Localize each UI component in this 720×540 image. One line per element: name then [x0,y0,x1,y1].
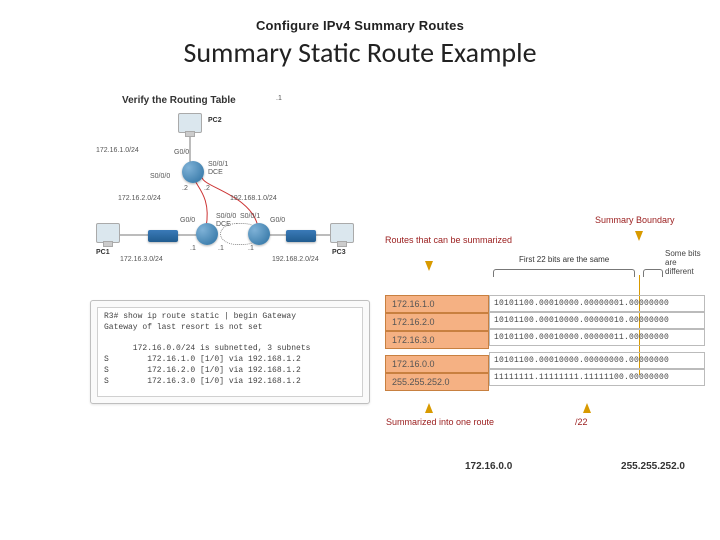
summary-mask-cell: 255.255.252.0 [385,373,489,391]
ip-dot1-c: .1 [248,245,254,252]
route-cell-3: 172.16.3.0 [385,331,489,349]
routes-arrow-icon [425,261,433,271]
if-g00-a: G0/0 [174,149,189,156]
router-r2-icon [182,161,204,183]
cli-window: R3# show ip route static | begin Gateway… [90,300,370,404]
router-r3-icon [248,223,270,245]
if-s000-b: S0/0/0 [216,213,236,220]
net-pc3: 192.168.2.0/24 [272,256,319,263]
boundary-arrow-icon [635,231,643,241]
net-pc2: 172.16.1.0/24 [96,147,139,154]
pc2-icon [178,113,202,133]
page-subtitle: Configure IPv4 Summary Routes [0,18,720,33]
binary-summary-addr: 10101100.00010000.00000000.00000000 [489,352,705,369]
ip-dot1-b: .1 [218,245,224,252]
summary-boundary-annotation: Summary Boundary [595,215,675,225]
if-dce-b: DCE [216,221,231,228]
if-s001-a: S0/0/1 [208,161,228,168]
routes-annotation: Routes that can be summarized [385,235,512,245]
first22-bracket [493,269,635,277]
if-dce-a: DCE [208,169,223,176]
cli-output: R3# show ip route static | begin Gateway… [97,307,363,397]
pc3-label: PC3 [332,249,346,256]
ip-dot1-a: .1 [190,245,196,252]
switch-3-icon [286,230,316,242]
if-s001-b: S0/0/1 [240,213,260,220]
page-title: Summary Static Route Example [0,35,720,70]
if-s000-a: S0/0/0 [150,173,170,180]
net-r1r2: 172.16.2.0/24 [118,195,161,202]
slash22-annotation: /22 [575,417,588,427]
binary-summary-mask: 11111111.11111111.11111100.00000000 [489,369,705,386]
pc1-label: PC1 [96,249,110,256]
switch-1-icon [148,230,178,242]
result-mask: 255.255.252.0 [621,461,685,472]
if-g00-c: G0/0 [270,217,285,224]
network-topology: Verify the Routing Table PC2 172.16.1.0/… [90,95,370,290]
diff-bracket [643,269,663,277]
ip-dot2-b: .2 [204,185,210,192]
binary-cell-2: 10101100.00010000.00000010.00000000 [489,312,705,329]
summary-addr-cell: 172.16.0.0 [385,355,489,373]
router-r1-icon [196,223,218,245]
ip-dot1-d: .1 [276,95,282,102]
result-addr: 172.16.0.0 [465,461,512,472]
ip-dot2-a: .2 [182,185,188,192]
binary-table: 172.16.1.0 172.16.2.0 172.16.3.0 172.16.… [385,295,705,391]
summarized-arrow-icon [425,403,433,413]
route-cell-1: 172.16.1.0 [385,295,489,313]
slash22-arrow-icon [583,403,591,413]
first22-annotation: First 22 bits are the same [519,255,609,264]
net-r2r3: 192.168.1.0/24 [230,195,277,202]
route-cell-2: 172.16.2.0 [385,313,489,331]
summarized-annotation: Summarized into one route [385,417,495,427]
binary-cell-3: 10101100.00010000.00000011.00000000 [489,329,705,346]
if-g00-b: G0/0 [180,217,195,224]
some-bits-diff-annotation: Some bits are different [665,249,705,276]
pc1-icon [96,223,120,243]
binary-cell-1: 10101100.00010000.00000001.00000000 [489,295,705,312]
pc3-icon [330,223,354,243]
net-pc1: 172.16.3.0/24 [120,256,163,263]
result-row: 172.16.0.0 255.255.252.0 [465,461,685,472]
pc2-label: PC2 [208,117,222,124]
